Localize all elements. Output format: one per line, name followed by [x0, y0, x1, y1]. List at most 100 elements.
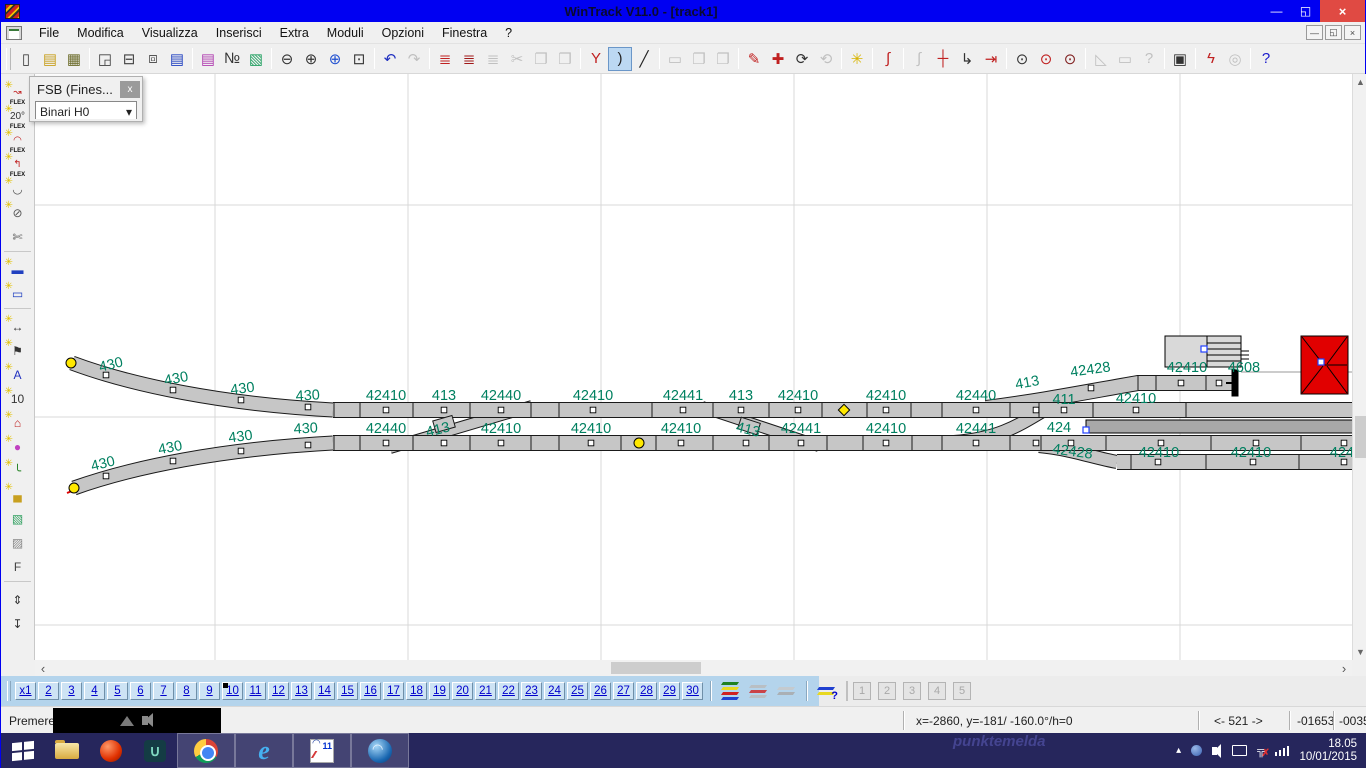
profile-tool-icon[interactable]: F — [4, 555, 32, 578]
undo-icon[interactable]: ↶ — [378, 47, 402, 71]
rotate-grid-icon[interactable]: ⟳ — [790, 47, 814, 71]
page-button-21[interactable]: 21 — [475, 682, 496, 700]
taskbar-clock[interactable]: 18.0510/01/2015 — [1299, 738, 1357, 764]
scroll-right-icon[interactable]: › — [1336, 661, 1352, 676]
zoom-out-icon[interactable]: ⊖ — [275, 47, 299, 71]
page-button-29[interactable]: 29 — [659, 682, 680, 700]
page-button-17[interactable]: 17 — [383, 682, 404, 700]
flex-track-20deg-icon[interactable]: ✳20°FLEX — [4, 105, 32, 128]
page-button-26[interactable]: 26 — [590, 682, 611, 700]
turnout-tool-icon[interactable]: Y — [584, 47, 608, 71]
print-preview-icon[interactable]: ◲ — [93, 47, 117, 71]
page-button-2[interactable]: 2 — [38, 682, 59, 700]
page-button-11[interactable]: 11 — [245, 682, 266, 700]
fsb-panel[interactable]: FSB (Fines... x Binari H0 ▾ — [29, 76, 143, 122]
scroll-down-icon[interactable]: ▼ — [1353, 644, 1366, 660]
layers-all-icon[interactable] — [717, 680, 743, 702]
page-button-19[interactable]: 19 — [429, 682, 450, 700]
move-parts-icon[interactable]: ✚ — [766, 47, 790, 71]
scroll-left-icon[interactable]: ‹ — [35, 661, 51, 676]
straight-tool-icon[interactable]: ╱ — [632, 47, 656, 71]
flex-track-straight-icon[interactable]: ✳↝FLEX — [4, 81, 32, 104]
page-button-6[interactable]: 6 — [130, 682, 151, 700]
menu-extra[interactable]: Extra — [271, 24, 318, 42]
page-button-24[interactable]: 24 — [544, 682, 565, 700]
page-button-7[interactable]: 7 — [153, 682, 174, 700]
insert-terrain-icon[interactable]: ✳▄ — [4, 483, 32, 506]
insert-house-icon[interactable]: ✳⌂ — [4, 411, 32, 434]
menu-opzioni[interactable]: Opzioni — [373, 24, 433, 42]
menu-finestra[interactable]: Finestra — [433, 24, 496, 42]
page-button-8[interactable]: 8 — [176, 682, 197, 700]
tray-app-icon[interactable] — [1191, 745, 1202, 756]
horizontal-scroll-thumb[interactable] — [611, 662, 701, 674]
menu-?[interactable]: ? — [496, 24, 521, 42]
background-image-icon[interactable]: ▧ — [4, 507, 32, 530]
network-disconnected-icon[interactable]: ╦✗ — [1257, 745, 1265, 757]
signal-bars-icon[interactable] — [1275, 746, 1290, 756]
taskbar-start-button[interactable] — [1, 733, 45, 768]
display-icon[interactable] — [1232, 745, 1247, 756]
track-align-icon[interactable]: ⇥ — [979, 47, 1003, 71]
page-button-30[interactable]: 30 — [682, 682, 703, 700]
taskbar-file-explorer[interactable] — [45, 733, 89, 768]
page-button-1[interactable]: x1 — [15, 682, 36, 700]
taskbar-media-app[interactable]: ∪ — [133, 733, 177, 768]
pin-select-icon[interactable]: ⊙ — [1010, 47, 1034, 71]
layer-single-icon[interactable] — [745, 680, 771, 702]
pin-red-2-icon[interactable]: ⊙ — [1058, 47, 1082, 71]
flex-track-curve-icon[interactable]: ✳◠FLEX — [4, 129, 32, 152]
page-button-16[interactable]: 16 — [360, 682, 381, 700]
menu-moduli[interactable]: Moduli — [318, 24, 373, 42]
taskbar-wintrack[interactable]: ◠11⁄⁄⁄ — [293, 733, 351, 768]
height-marker-down-icon[interactable]: ↧ — [4, 612, 32, 635]
restore-button[interactable]: ◱ — [1291, 0, 1320, 22]
print-icon[interactable]: ⊟ — [117, 47, 141, 71]
page-button-3[interactable]: 3 — [61, 682, 82, 700]
flex-track-free-icon[interactable]: ✳↰FLEX — [4, 153, 32, 176]
track-canvas[interactable]: 4304304304304304304304304241041342440424… — [35, 74, 1352, 660]
volume-icon[interactable] — [1212, 747, 1217, 755]
page-button-22[interactable]: 22 — [498, 682, 519, 700]
page-button-10[interactable]: 10 — [222, 682, 243, 700]
open-file-icon[interactable]: ▤ — [38, 47, 62, 71]
mdi-minimize-button[interactable]: — — [1306, 25, 1323, 40]
new-document-icon[interactable]: ▯ — [14, 47, 38, 71]
power-check-icon[interactable]: ϟ — [1199, 47, 1223, 71]
page-button-9[interactable]: 9 — [199, 682, 220, 700]
toolbar-grip[interactable] — [6, 48, 11, 70]
horizontal-scrollbar[interactable]: ‹ › — [35, 660, 1352, 676]
page-button-23[interactable]: 23 — [521, 682, 542, 700]
platform[interactable] — [1086, 420, 1352, 433]
no-print-area-icon[interactable]: ▨ — [4, 531, 32, 554]
pin-red-icon[interactable]: ⊙ — [1034, 47, 1058, 71]
page-button-13[interactable]: 13 — [291, 682, 312, 700]
page-button-20[interactable]: 20 — [452, 682, 473, 700]
taskbar-chrome[interactable] — [177, 733, 235, 768]
part-numbers-icon[interactable]: № — [220, 47, 244, 71]
page-button-14[interactable]: 14 — [314, 682, 335, 700]
rotate-free-icon[interactable]: ✎ — [742, 47, 766, 71]
page-button-12[interactable]: 12 — [268, 682, 289, 700]
taskbar-internet-explorer[interactable]: e — [235, 733, 293, 768]
context-help-icon[interactable]: ? — [1254, 47, 1278, 71]
insert-text-icon[interactable]: ✳A — [4, 363, 32, 386]
pagebar-grip[interactable] — [7, 681, 11, 701]
mdi-restore-button[interactable]: ◱ — [1325, 25, 1342, 40]
list-red-icon[interactable]: ≣ — [433, 47, 457, 71]
close-button[interactable]: × — [1320, 0, 1365, 22]
insert-turntable-icon[interactable]: ✳⊘ — [4, 201, 32, 224]
page-button-4[interactable]: 4 — [84, 682, 105, 700]
height-marker-up-icon[interactable]: ⇕ — [4, 588, 32, 611]
page-button-5[interactable]: 5 — [107, 682, 128, 700]
taskbar-google-earth[interactable] — [351, 733, 409, 768]
zoom-in-icon[interactable]: ⊕ — [299, 47, 323, 71]
page-button-27[interactable]: 27 — [613, 682, 634, 700]
fsb-track-library-select[interactable]: Binari H0 ▾ — [35, 101, 137, 119]
page-button-28[interactable]: 28 — [636, 682, 657, 700]
menu-file[interactable]: File — [30, 24, 68, 42]
minimize-button[interactable]: — — [1262, 0, 1291, 22]
save-icon[interactable]: ▦ — [62, 47, 86, 71]
menu-inserisci[interactable]: Inserisci — [207, 24, 271, 42]
mdi-close-button[interactable]: × — [1344, 25, 1361, 40]
